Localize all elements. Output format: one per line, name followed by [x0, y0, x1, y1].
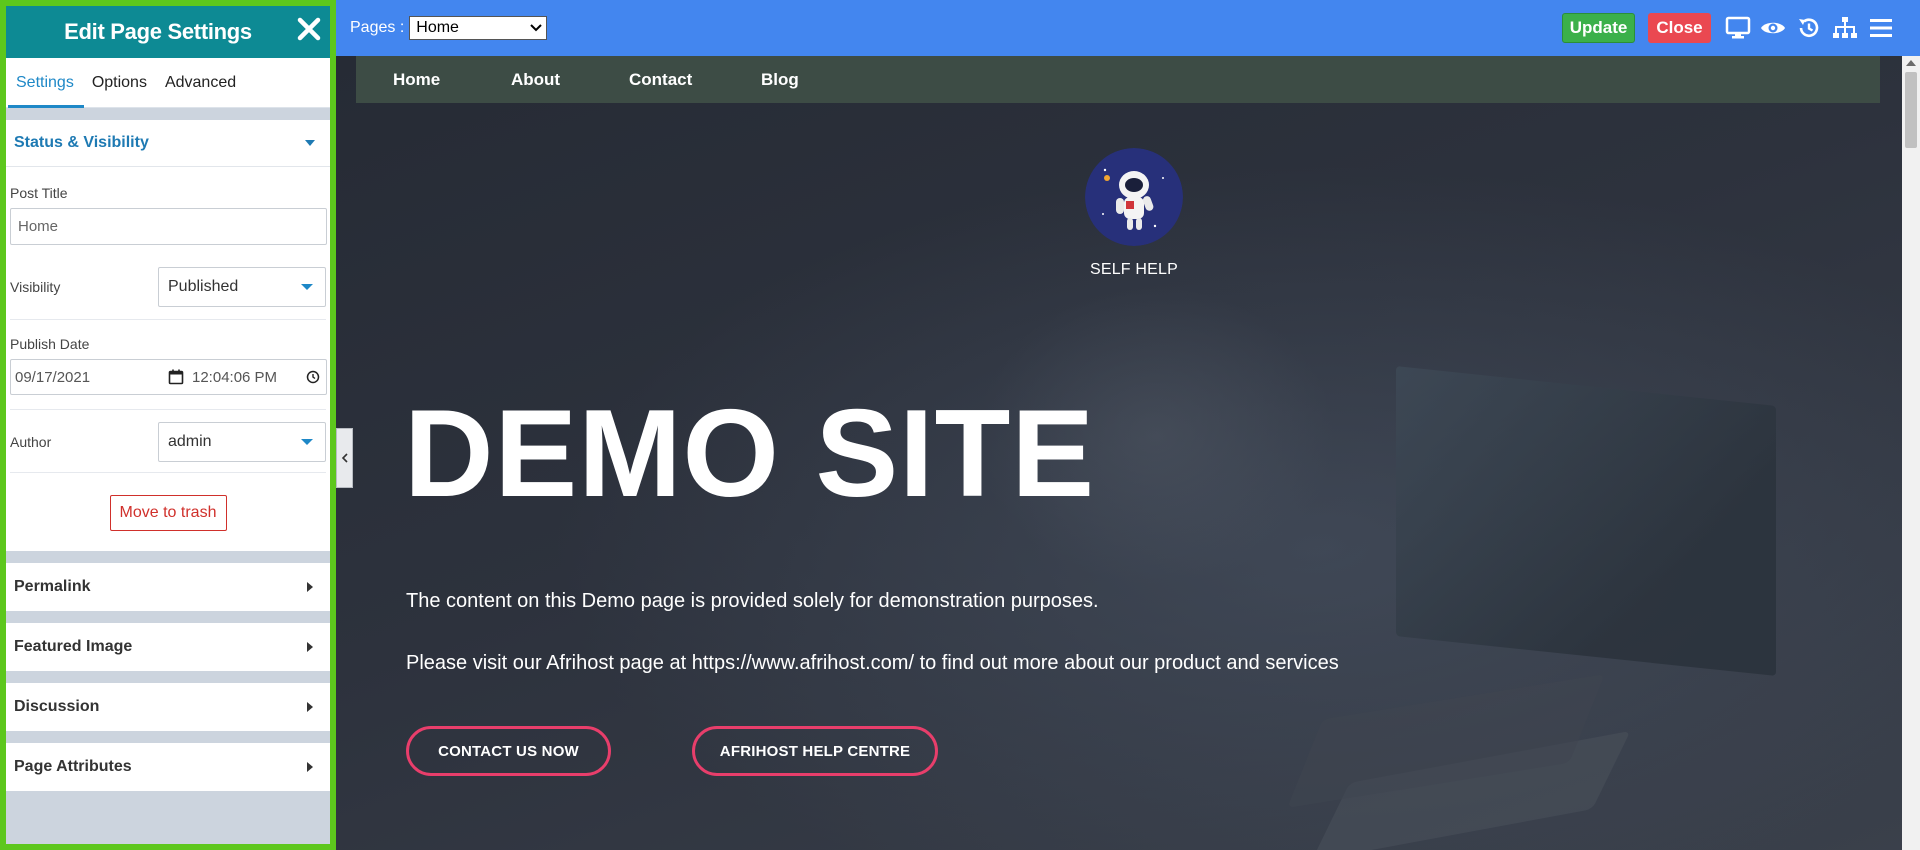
page-settings-panel: Edit Page Settings Settings Options Adva… — [0, 0, 336, 850]
move-to-trash-button[interactable]: Move to trash — [109, 495, 227, 531]
panel-collapse-handle[interactable] — [336, 428, 353, 488]
caret-right-icon — [307, 762, 313, 772]
clock-icon[interactable] — [306, 370, 320, 384]
panel-title: Edit Page Settings — [64, 19, 252, 44]
pages-select-value: Home — [416, 19, 459, 36]
nav-contact[interactable]: Contact — [629, 70, 692, 90]
featured-image-header[interactable]: Featured Image — [6, 623, 330, 671]
preview-scrollbar[interactable] — [1902, 56, 1920, 850]
hero-title: DEMO SITE — [404, 385, 1096, 523]
site-logo[interactable]: SELF HELP — [1069, 148, 1199, 279]
discussion-section: Discussion — [6, 683, 330, 731]
page-attributes-header[interactable]: Page Attributes — [6, 743, 330, 791]
publish-datetime-input[interactable]: 09/17/2021 12:04:06 PM — [10, 359, 327, 395]
update-button[interactable]: Update — [1562, 13, 1635, 43]
tab-advanced[interactable]: Advanced — [157, 58, 246, 108]
permalink-header[interactable]: Permalink — [6, 563, 330, 611]
post-title-label: Post Title — [10, 185, 68, 201]
caret-right-icon — [307, 642, 313, 652]
visibility-row: Visibility Published — [10, 267, 326, 307]
caret-down-icon — [301, 439, 313, 445]
desktop-icon[interactable] — [1725, 15, 1751, 41]
section-title: Featured Image — [14, 638, 133, 655]
permalink-section: Permalink — [6, 563, 330, 611]
scrollbar-thumb[interactable] — [1905, 72, 1917, 148]
author-row: Author admin — [10, 422, 326, 462]
caret-right-icon — [307, 702, 313, 712]
afrihost-help-centre-button[interactable]: AFRIHOST HELP CENTRE — [692, 726, 938, 776]
nav-home[interactable]: Home — [393, 70, 440, 90]
post-title-input[interactable]: Home — [10, 208, 327, 245]
caret-down-icon — [301, 284, 313, 290]
featured-image-section: Featured Image — [6, 623, 330, 671]
monitor-silhouette — [1396, 366, 1776, 676]
panel-tabs: Settings Options Advanced — [6, 58, 330, 108]
close-icon[interactable] — [294, 14, 324, 44]
section-title: Status & Visibility — [14, 134, 149, 151]
tab-options[interactable]: Options — [84, 58, 157, 108]
hero-paragraph-1: The content on this Demo page is provide… — [406, 590, 1099, 612]
pages-select[interactable]: Home — [409, 16, 548, 40]
history-icon[interactable] — [1796, 15, 1822, 41]
nav-blog[interactable]: Blog — [761, 70, 799, 90]
status-visibility-section: Status & Visibility Post Title Home Visi… — [6, 120, 330, 551]
visibility-select[interactable]: Published — [158, 267, 326, 307]
status-visibility-body: Post Title Home Visibility Published Pub… — [6, 167, 330, 551]
logo-text: SELF HELP — [1089, 261, 1179, 278]
caret-down-icon — [305, 140, 315, 146]
author-value: admin — [168, 433, 212, 450]
page-attributes-section: Page Attributes — [6, 743, 330, 791]
astronaut-logo-icon — [1085, 148, 1183, 246]
contact-us-button[interactable]: CONTACT US NOW — [406, 726, 611, 776]
menu-icon[interactable] — [1868, 15, 1894, 41]
discussion-header[interactable]: Discussion — [6, 683, 330, 731]
hero-paragraph-2: Please visit our Afrihost page at https:… — [406, 652, 1339, 674]
author-select[interactable]: admin — [158, 422, 326, 462]
author-label: Author — [10, 434, 52, 450]
calendar-icon[interactable] — [168, 369, 184, 385]
site-navigation: Home About Contact Blog — [356, 56, 1880, 103]
page-preview: Home About Contact Blog SELF HELP DEMO S… — [336, 56, 1920, 850]
section-title: Page Attributes — [14, 758, 132, 775]
section-title: Discussion — [14, 698, 100, 715]
chevron-down-icon — [530, 24, 542, 32]
eye-icon[interactable] — [1760, 15, 1786, 41]
publish-date-value[interactable]: 09/17/2021 — [15, 369, 168, 386]
nav-about[interactable]: About — [511, 70, 560, 90]
caret-right-icon — [307, 582, 313, 592]
scroll-up-arrow-icon[interactable] — [1906, 60, 1916, 66]
sitemap-icon[interactable] — [1832, 15, 1858, 41]
status-visibility-header[interactable]: Status & Visibility — [6, 120, 330, 167]
visibility-value: Published — [168, 278, 239, 295]
pages-label: Pages : — [350, 19, 405, 36]
editor-toolbar: Pages : Home Update Close — [336, 0, 1920, 56]
chevron-left-icon — [341, 453, 348, 463]
visibility-label: Visibility — [10, 279, 61, 295]
tab-settings[interactable]: Settings — [8, 58, 84, 108]
publish-time-value[interactable]: 12:04:06 PM — [192, 369, 306, 386]
panel-header: Edit Page Settings — [6, 6, 330, 58]
close-button[interactable]: Close — [1648, 13, 1711, 43]
section-title: Permalink — [14, 578, 91, 595]
publish-date-label: Publish Date — [10, 336, 90, 352]
